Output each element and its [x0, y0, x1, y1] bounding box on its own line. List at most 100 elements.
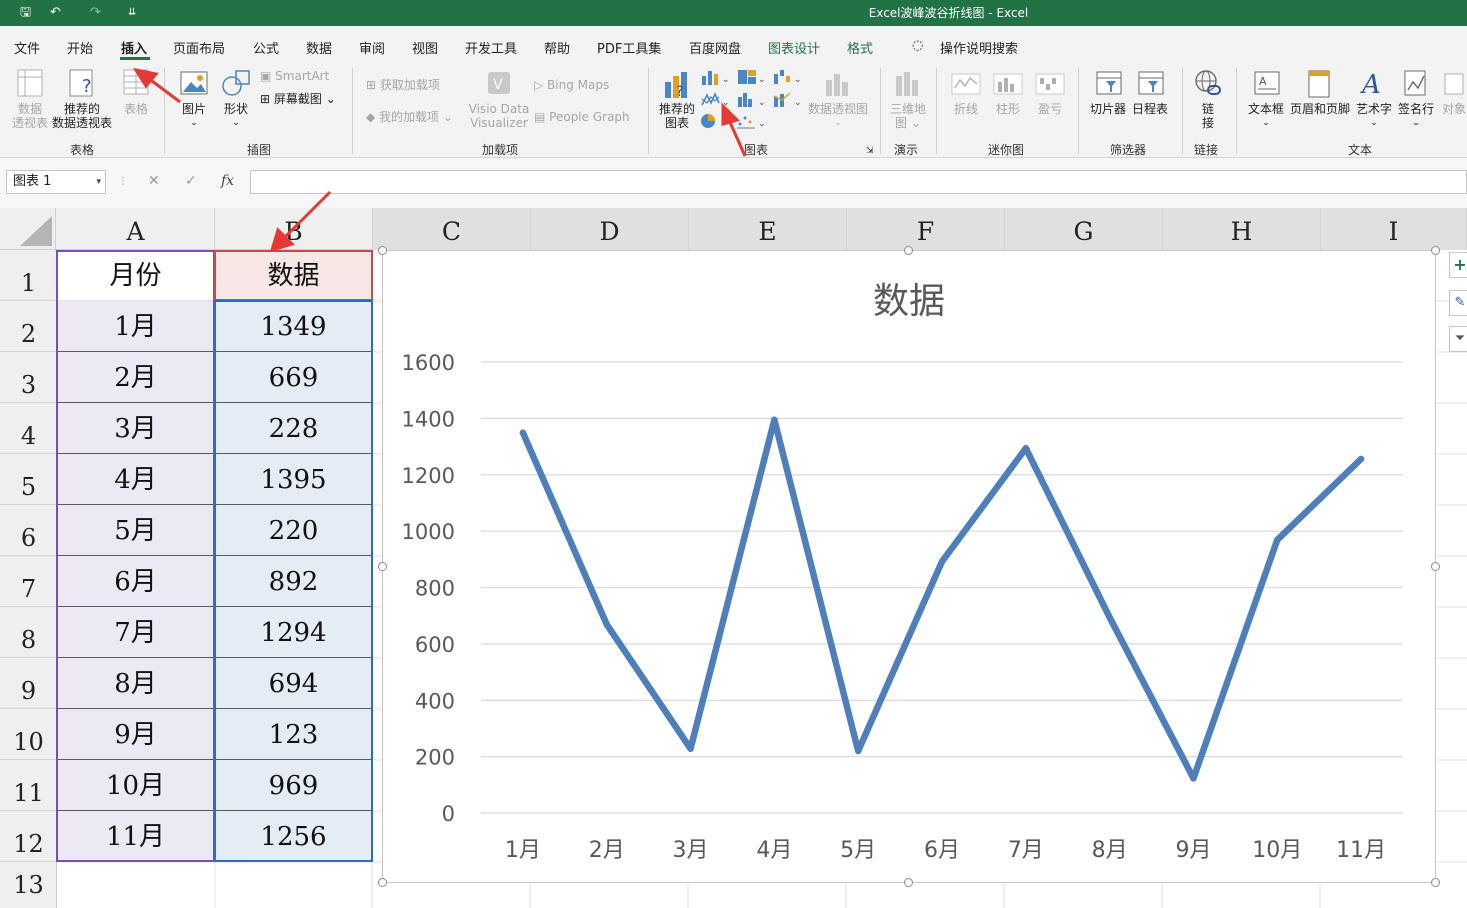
chart-resize-handle-ne[interactable]	[1431, 246, 1440, 255]
screenshot-button[interactable]: ⊞ 屏幕截图 ⌄	[260, 92, 336, 106]
row-header-1[interactable]: 1	[0, 250, 57, 301]
tab-insert[interactable]: 插入	[121, 38, 147, 57]
waterfall-chart-icon[interactable]: ⌄	[772, 68, 802, 86]
data-point[interactable]	[1357, 455, 1365, 463]
tab-chart-design[interactable]: 图表设计	[768, 38, 820, 57]
row-header-12[interactable]: 12	[0, 811, 57, 862]
cell-b10[interactable]: 123	[215, 709, 373, 760]
row-header-11[interactable]: 11	[0, 760, 57, 811]
combo-chart-icon[interactable]: ⌄	[772, 91, 802, 109]
row-header-10[interactable]: 10	[0, 709, 57, 760]
data-point[interactable]	[771, 416, 778, 423]
chart-resize-handle-e[interactable]	[1431, 562, 1440, 571]
scatter-chart-icon[interactable]: ⌄	[736, 112, 766, 130]
data-point[interactable]	[1106, 614, 1113, 621]
statistic-chart-icon[interactable]: ⌄	[736, 91, 766, 109]
object-button[interactable]: 对象	[1442, 102, 1467, 116]
cell-b2[interactable]: 1349	[215, 301, 373, 352]
people-graph-button[interactable]: ▤ People Graph	[534, 110, 630, 124]
column-header-b[interactable]: B	[215, 208, 373, 250]
line-chart[interactable]: 数据 0 200 400 600 800 1000 1200 1400 1600 1月 2月 3月 4…	[382, 250, 1436, 883]
cell-b3[interactable]: 669	[215, 352, 373, 403]
cell-a10[interactable]: 9月	[57, 709, 215, 760]
row-header-7[interactable]: 7	[0, 556, 57, 607]
tab-data[interactable]: 数据	[306, 38, 332, 57]
cell-b7[interactable]: 892	[215, 556, 373, 607]
sparkline-winloss-button[interactable]: 盈亏	[1032, 102, 1068, 116]
y-axis[interactable]: 0 200 400 600 800 1000 1200 1400 1600	[402, 351, 455, 826]
name-box[interactable]: 图表 1 ▾	[6, 170, 106, 194]
tab-pdf-tools[interactable]: PDF工具集	[597, 38, 661, 57]
data-point[interactable]	[519, 429, 527, 436]
slicer-button[interactable]: 切片器	[1088, 102, 1128, 116]
cell-a11[interactable]: 10月	[57, 760, 215, 811]
sparkline-column-button[interactable]: 柱形	[990, 102, 1026, 116]
chart-elements-plus-icon[interactable]: +	[1449, 252, 1467, 278]
row-header-2[interactable]: 2	[0, 301, 57, 352]
tab-developer[interactable]: 开发工具	[465, 38, 517, 57]
cell-a3[interactable]: 2月	[57, 352, 215, 403]
column-chart-icon[interactable]: ⌄	[700, 68, 730, 86]
chart-resize-handle-w[interactable]	[378, 562, 387, 571]
pivot-table-button[interactable]: 数据 透视表	[10, 102, 50, 130]
row-header-6[interactable]: 6	[0, 505, 57, 556]
select-all-corner[interactable]	[0, 208, 56, 250]
tab-formulas[interactable]: 公式	[253, 38, 279, 57]
row-header-13[interactable]: 13	[0, 862, 57, 908]
tab-file[interactable]: 文件	[14, 38, 40, 57]
tell-me-search[interactable]: 操作说明搜索	[940, 38, 1018, 57]
row-header-4[interactable]: 4	[0, 403, 57, 454]
pivot-chart-button[interactable]: 数据透视图 ⌄	[806, 102, 870, 130]
column-header-a[interactable]: A	[57, 208, 215, 250]
visio-visualizer-button[interactable]: Visio Data Visualizer	[468, 102, 530, 130]
column-header-f[interactable]: F	[847, 208, 1005, 250]
chart-resize-handle-se[interactable]	[1431, 878, 1440, 887]
textbox-button[interactable]: 文本框 ⌄	[1246, 102, 1286, 130]
cell-b5[interactable]: 1395	[215, 454, 373, 505]
enter-formula-icon[interactable]: ✓	[185, 173, 197, 189]
cell-b4[interactable]: 228	[215, 403, 373, 454]
row-header-3[interactable]: 3	[0, 352, 57, 403]
header-footer-button[interactable]: 页眉和页脚	[1288, 102, 1352, 116]
data-point[interactable]	[1274, 536, 1281, 544]
tab-help[interactable]: 帮助	[544, 38, 570, 57]
data-point[interactable]	[938, 558, 946, 565]
data-point[interactable]	[1022, 445, 1030, 452]
picture-button[interactable]: 图片 ⌄	[176, 102, 212, 130]
cell-a5[interactable]: 4月	[57, 454, 215, 505]
chart-resize-handle-n[interactable]	[904, 246, 913, 255]
tab-home[interactable]: 开始	[67, 38, 93, 57]
cell-a9[interactable]: 8月	[57, 658, 215, 709]
recommended-pivot-button[interactable]: 推荐的 数据透视表	[50, 102, 114, 130]
cell-b6[interactable]: 220	[215, 505, 373, 556]
tab-review[interactable]: 审阅	[359, 38, 385, 57]
column-header-d[interactable]: D	[531, 208, 689, 250]
cell-a12[interactable]: 11月	[57, 811, 215, 862]
cell-a7[interactable]: 6月	[57, 556, 215, 607]
column-header-e[interactable]: E	[689, 208, 847, 250]
cell-b8[interactable]: 1294	[215, 607, 373, 658]
tab-page-layout[interactable]: 页面布局	[173, 38, 225, 57]
series-polyline[interactable]	[519, 416, 1365, 782]
cell-a8[interactable]: 7月	[57, 607, 215, 658]
data-point[interactable]	[687, 745, 694, 752]
cell-b1[interactable]: 数据	[215, 250, 373, 301]
get-addins-button[interactable]: ⊞ 获取加载项	[366, 78, 440, 92]
shapes-button[interactable]: 形状 ⌄	[218, 102, 254, 130]
cell-a2[interactable]: 1月	[57, 301, 215, 352]
chart-resize-handle-nw[interactable]	[378, 246, 387, 255]
bing-maps-button[interactable]: ▷ Bing Maps	[534, 78, 609, 92]
link-button[interactable]: 链 接	[1196, 102, 1220, 130]
pie-chart-icon[interactable]	[700, 112, 720, 130]
hierarchy-chart-icon[interactable]: ⌄	[736, 68, 766, 86]
series-line[interactable]	[519, 416, 1365, 782]
smartart-button[interactable]: ▣ SmartArt	[260, 69, 329, 83]
chart-styles-brush-icon[interactable]: ✎	[1449, 290, 1467, 316]
timeline-button[interactable]: 日程表	[1130, 102, 1170, 116]
cell-a1[interactable]: 月份	[57, 250, 215, 301]
row-header-5[interactable]: 5	[0, 454, 57, 505]
column-header-i[interactable]: I	[1321, 208, 1467, 250]
chart-resize-handle-s[interactable]	[904, 878, 913, 887]
chart-title[interactable]: 数据	[873, 281, 945, 322]
column-header-c[interactable]: C	[373, 208, 531, 250]
